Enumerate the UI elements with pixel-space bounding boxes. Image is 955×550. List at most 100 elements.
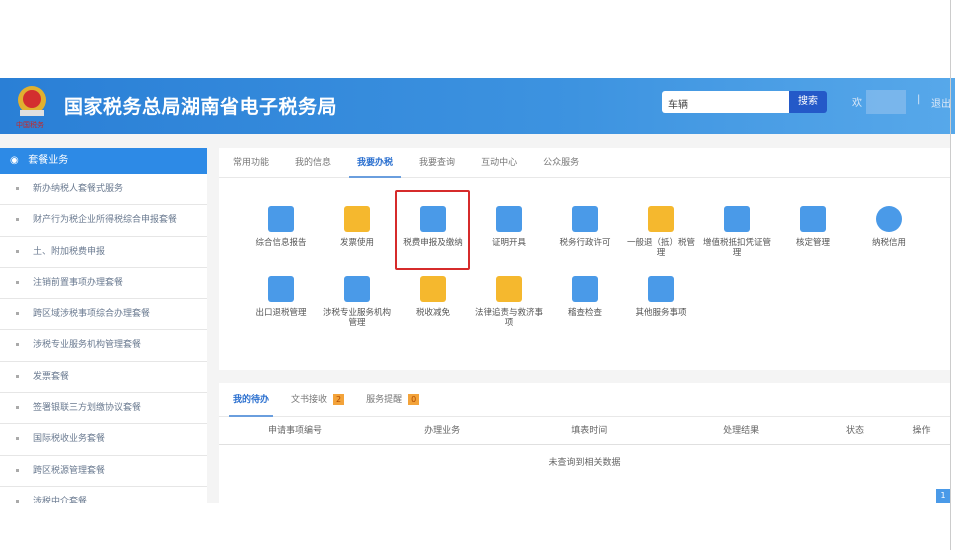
bullet-icon xyxy=(16,187,19,190)
bullet-icon xyxy=(16,280,19,284)
sidebar-item[interactable]: 财产行为税企业所得税综合申报套餐 xyxy=(0,205,207,237)
sidebar-item[interactable]: 跨区税源管理套餐 xyxy=(0,456,207,487)
function-label: 纳税信用 xyxy=(871,238,906,248)
sidebar-item[interactable]: 涉税专业服务机构管理套餐 xyxy=(0,330,207,362)
function-label: 其他服务事项 xyxy=(635,308,687,318)
sidebar-header[interactable]: ◉ 套餐业务 xyxy=(0,148,207,174)
sidebar-item-label: 国际税收业务套餐 xyxy=(33,434,106,445)
todo-tab[interactable]: 我的待办 xyxy=(228,383,274,417)
search-button[interactable]: 搜索 xyxy=(789,91,827,113)
site-title: 国家税务总局湖南省电子税务局 xyxy=(64,96,338,118)
function-item[interactable]: 稽查检查 xyxy=(547,270,623,340)
sidebar-item-label: 土、附加税费申报 xyxy=(33,246,106,257)
function-label: 税收减免 xyxy=(415,308,450,318)
sidebar-item-label: 跨区域涉税事项综合办理套餐 xyxy=(33,309,151,320)
function-item[interactable]: 法律追责与救济事项 xyxy=(471,270,547,340)
sidebar-item-label: 涉税专业服务机构管理套餐 xyxy=(33,340,142,351)
main-panel: 常用功能 我的信息 我要办税 我要查询 互动中心 公众服务 综合信息报告 发票使用 税费申报及… xyxy=(219,148,950,370)
sidebar-item[interactable]: 发票套餐 xyxy=(0,362,207,394)
document-edit-icon xyxy=(496,206,522,232)
bullet-icon xyxy=(16,499,19,503)
function-item[interactable]: 涉税专业服务机构管理 xyxy=(319,270,395,340)
todo-tab-label: 文书接收 xyxy=(291,394,328,405)
bullet-icon xyxy=(16,218,19,222)
national-emblem-icon: 中国税务 xyxy=(16,86,46,129)
function-label: 综合信息报告 xyxy=(255,238,307,248)
user-name-redacted xyxy=(866,90,906,114)
folder-icon xyxy=(648,206,674,232)
function-item[interactable]: 增值税抵扣凭证管理 xyxy=(699,200,775,270)
function-item[interactable]: 发票使用 xyxy=(319,200,395,270)
sidebar-item-label: 新办纳税人套餐式服务 xyxy=(33,184,124,194)
bullet-icon xyxy=(16,312,19,316)
column-header: 办理业务 xyxy=(424,426,461,436)
inspect-icon xyxy=(572,276,598,302)
function-item[interactable]: 一般退（抵）税管理 xyxy=(623,200,699,270)
legal-icon xyxy=(496,276,522,302)
tab-0[interactable]: 常用功能 xyxy=(233,148,269,177)
todo-tab[interactable]: 服务提醒 0 xyxy=(366,383,420,417)
todo-tab-label: 服务提醒 xyxy=(366,394,403,405)
bullet-icon xyxy=(16,249,19,253)
function-label: 发票使用 xyxy=(339,238,374,248)
sidebar-item-label: 注销前置事项办理套餐 xyxy=(33,277,124,288)
sidebar-item[interactable]: 跨区域涉税事项综合办理套餐 xyxy=(0,299,207,331)
highlight-box xyxy=(395,190,470,270)
svg-text:中国税务: 中国税务 xyxy=(16,120,44,129)
yuan-doc-icon xyxy=(420,276,446,302)
function-label: 稽查检查 xyxy=(567,308,602,318)
bullet-icon xyxy=(16,406,19,410)
function-label: 一般退（抵）税管理 xyxy=(626,238,695,258)
empty-message: 未查询到相关数据 xyxy=(548,458,621,468)
table-header: 申请事项编号 办理业务 填表时间 处理结果 状态 操作 xyxy=(219,417,950,445)
search-input[interactable]: 车辆 xyxy=(662,91,789,113)
todo-tab-label: 我的待办 xyxy=(233,394,270,405)
shield-icon xyxy=(876,206,902,232)
tab-4[interactable]: 互动中心 xyxy=(481,148,517,177)
todo-tab[interactable]: 文书接收 2 xyxy=(291,383,345,417)
sidebar-item[interactable]: 签署银联三方划缴协议套餐 xyxy=(0,393,207,425)
function-item[interactable]: 税收减免 xyxy=(395,270,471,340)
function-label: 增值税抵扣凭证管理 xyxy=(702,238,771,258)
function-item[interactable]: 综合信息报告 xyxy=(243,200,319,270)
clipboard-icon xyxy=(268,206,294,232)
layers-icon: ◉ xyxy=(10,155,19,166)
bullet-icon xyxy=(16,343,19,347)
bullet-icon xyxy=(16,437,19,441)
user-greeting: 欢 xyxy=(852,98,862,109)
page-button[interactable]: 1 xyxy=(936,489,950,503)
sidebar-item[interactable]: 土、附加税费申报 xyxy=(0,237,207,268)
function-item[interactable]: 核定管理 xyxy=(775,200,851,270)
sidebar-item[interactable]: 涉税中介套餐 xyxy=(0,487,207,503)
function-item[interactable]: 证明开具 xyxy=(471,200,547,270)
column-header: 操作 xyxy=(912,426,931,436)
sidebar-item-label: 财产行为税企业所得税综合申报套餐 xyxy=(33,215,178,226)
sidebar-item[interactable]: 注销前置事项办理套餐 xyxy=(0,268,207,300)
count-badge: 2 xyxy=(333,393,345,405)
function-label: 涉税专业服务机构管理 xyxy=(322,308,391,328)
sidebar-item[interactable]: 新办纳税人套餐式服务 xyxy=(0,174,207,206)
function-item[interactable]: 纳税信用 xyxy=(851,200,927,270)
tab-1[interactable]: 我的信息 xyxy=(295,148,331,177)
function-item[interactable]: 出口退税管理 xyxy=(243,270,319,340)
count-badge: 0 xyxy=(408,393,420,405)
tab-2[interactable]: 我要办税 xyxy=(349,148,402,178)
column-header: 填表时间 xyxy=(571,426,608,436)
main-tabs: 常用功能 我的信息 我要办税 我要查询 互动中心 公众服务 xyxy=(219,148,950,178)
function-label: 核定管理 xyxy=(795,238,830,248)
org-chart-icon xyxy=(344,276,370,302)
column-header: 处理结果 xyxy=(723,426,760,436)
bullet-icon xyxy=(16,374,19,378)
separator: | xyxy=(917,94,921,105)
tab-5[interactable]: 公众服务 xyxy=(543,148,579,177)
function-item[interactable]: 其他服务事项 xyxy=(623,270,699,340)
sidebar-item[interactable]: 国际税收业务套餐 xyxy=(0,424,207,456)
column-header: 申请事项编号 xyxy=(267,426,322,436)
tab-3[interactable]: 我要查询 xyxy=(419,148,455,177)
function-label: 法律追责与救济事项 xyxy=(474,308,543,328)
bullet-icon xyxy=(16,468,19,472)
function-item[interactable]: 税务行政许可 xyxy=(547,200,623,270)
function-grid: 综合信息报告 发票使用 税费申报及缴纳 证明开具 税务行政许可 一般退（抵）税管理 增值税抵… xyxy=(243,200,943,340)
logout-link[interactable]: 退出 xyxy=(931,95,951,110)
function-label: 出口退税管理 xyxy=(255,308,307,318)
